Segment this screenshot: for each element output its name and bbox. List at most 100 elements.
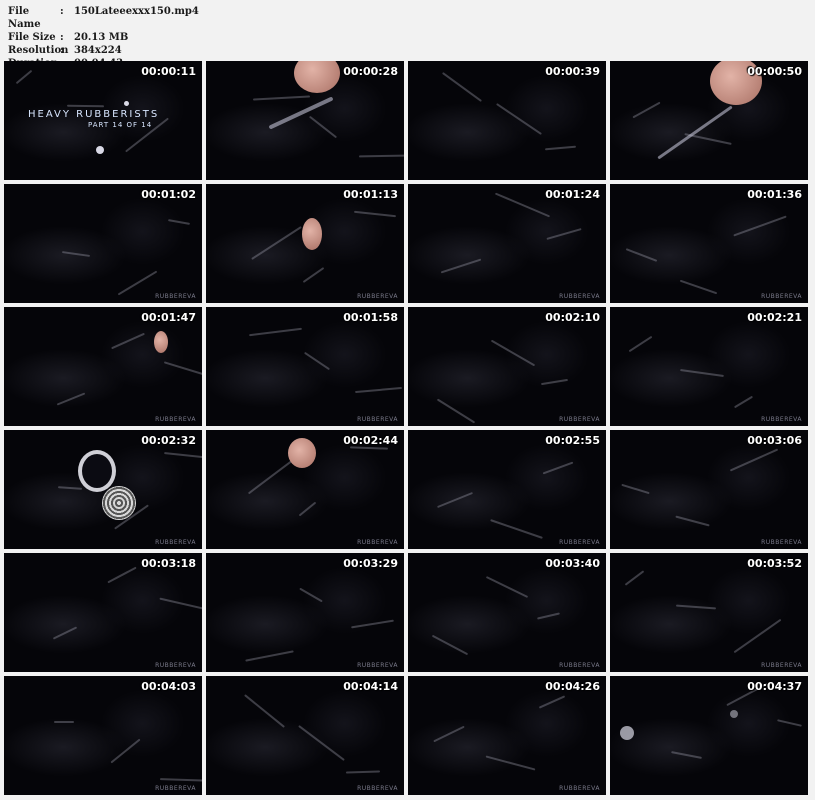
thumbnail-image — [408, 430, 606, 549]
timestamp-label: 00:04:26 — [545, 680, 600, 693]
thumbnail-frame: 00:03:40 RUBBEREVA — [408, 553, 606, 672]
watermark: RUBBEREVA — [357, 785, 398, 792]
thumbnail-image — [408, 676, 606, 795]
thumbnail-image — [4, 676, 202, 795]
timestamp-label: 00:01:47 — [141, 311, 196, 324]
thumbnail-frame: 00:00:50 — [610, 61, 808, 180]
thumbnail-frame: 00:02:21 RUBBEREVA — [610, 307, 808, 426]
thumbnail-frame: 00:03:29 RUBBEREVA — [206, 553, 404, 672]
thumbnail-frame: 00:02:32 RUBBEREVA — [4, 430, 202, 549]
timestamp-label: 00:03:06 — [747, 434, 802, 447]
thumbnail-image — [206, 676, 404, 795]
thumbnail-image — [408, 184, 606, 303]
watermark: RUBBEREVA — [559, 662, 600, 669]
thumbnail-frame: 00:04:26 RUBBEREVA — [408, 676, 606, 795]
timestamp-label: 00:02:32 — [141, 434, 196, 447]
timestamp-label: 00:00:28 — [343, 65, 398, 78]
info-key: Resolution — [8, 45, 69, 56]
timestamp-label: 00:02:21 — [747, 311, 802, 324]
info-row-resolution: Resolution : 384x224 — [8, 44, 199, 57]
thumbnail-frame: 00:04:03 RUBBEREVA — [4, 676, 202, 795]
thumbnail-frame: 00:01:13 RUBBEREVA — [206, 184, 404, 303]
thumbnail-frame: 00:04:14 RUBBEREVA — [206, 676, 404, 795]
thumbnail-frame: 00:04:37 — [610, 676, 808, 795]
thumbnail-image — [206, 553, 404, 672]
watermark: RUBBEREVA — [761, 662, 802, 669]
watermark: RUBBEREVA — [559, 539, 600, 546]
watermark: RUBBEREVA — [761, 416, 802, 423]
thumbnail-frame: 00:02:44 RUBBEREVA — [206, 430, 404, 549]
watermark: RUBBEREVA — [559, 416, 600, 423]
thumbnail-image — [4, 553, 202, 672]
thumbnail-image — [610, 307, 808, 426]
thumbnail-frame: 00:02:10 RUBBEREVA — [408, 307, 606, 426]
thumbnail-image — [4, 307, 202, 426]
timestamp-label: 00:01:36 — [747, 188, 802, 201]
thumbnail-image — [206, 307, 404, 426]
thumbnail-image — [408, 553, 606, 672]
thumbnail-frame: 00:00:28 — [206, 61, 404, 180]
timestamp-label: 00:01:13 — [343, 188, 398, 201]
thumbnail-frame: 00:01:58 RUBBEREVA — [206, 307, 404, 426]
timestamp-label: 00:03:18 — [141, 557, 196, 570]
watermark: RUBBEREVA — [155, 785, 196, 792]
title-overlay-sub: PART 14 OF 14 — [88, 121, 153, 129]
info-value: 150Lateeexxx150.mp4 — [74, 6, 199, 17]
thumbnail-grid: HEAVY RUBBERISTS PART 14 OF 14 00:00:11 00:… — [4, 61, 808, 795]
watermark: RUBBEREVA — [559, 785, 600, 792]
thumbnail-frame: 00:00:39 — [408, 61, 606, 180]
info-separator: : — [60, 32, 64, 43]
thumbnail-image — [4, 184, 202, 303]
watermark: RUBBEREVA — [761, 539, 802, 546]
timestamp-label: 00:04:37 — [747, 680, 802, 693]
thumbnail-frame: 00:03:06 RUBBEREVA — [610, 430, 808, 549]
watermark: RUBBEREVA — [559, 293, 600, 300]
watermark: RUBBEREVA — [155, 539, 196, 546]
thumbnail-frame: 00:03:18 RUBBEREVA — [4, 553, 202, 672]
timestamp-label: 00:03:29 — [343, 557, 398, 570]
watermark: RUBBEREVA — [155, 416, 196, 423]
timestamp-label: 00:03:40 — [545, 557, 600, 570]
watermark: RUBBEREVA — [155, 293, 196, 300]
timestamp-label: 00:00:50 — [747, 65, 802, 78]
timestamp-label: 00:04:03 — [141, 680, 196, 693]
thumbnail-frame: 00:01:36 RUBBEREVA — [610, 184, 808, 303]
thumbnail-frame: 00:03:52 RUBBEREVA — [610, 553, 808, 672]
timestamp-label: 00:03:52 — [747, 557, 802, 570]
timestamp-label: 00:00:39 — [545, 65, 600, 78]
thumbnail-frame: 00:02:55 RUBBEREVA — [408, 430, 606, 549]
timestamp-label: 00:01:02 — [141, 188, 196, 201]
info-value: 20.13 MB — [74, 32, 129, 43]
timestamp-label: 00:02:44 — [343, 434, 398, 447]
timestamp-label: 00:04:14 — [343, 680, 398, 693]
timestamp-label: 00:02:10 — [545, 311, 600, 324]
thumbnail-image — [610, 676, 808, 795]
info-key: File Size — [8, 32, 56, 43]
timestamp-label: 00:01:58 — [343, 311, 398, 324]
timestamp-label: 00:01:24 — [545, 188, 600, 201]
info-key: File Name — [8, 6, 41, 30]
timestamp-label: 00:02:55 — [545, 434, 600, 447]
info-separator: : — [60, 45, 64, 56]
info-value: 384x224 — [74, 45, 122, 56]
title-overlay-main: HEAVY RUBBERISTS — [28, 109, 160, 120]
watermark: RUBBEREVA — [357, 539, 398, 546]
title-overlay: HEAVY RUBBERISTS PART 14 OF 14 — [28, 109, 159, 129]
thumbnail-frame: HEAVY RUBBERISTS PART 14 OF 14 00:00:11 — [4, 61, 202, 180]
watermark: RUBBEREVA — [155, 662, 196, 669]
info-separator: : — [60, 6, 64, 17]
thumbnail-frame: 00:01:02 RUBBEREVA — [4, 184, 202, 303]
info-row-file-size: File Size : 20.13 MB — [8, 31, 199, 44]
watermark: RUBBEREVA — [357, 293, 398, 300]
timestamp-label: 00:00:11 — [141, 65, 196, 78]
thumbnail-frame: 00:01:24 RUBBEREVA — [408, 184, 606, 303]
info-row-file-name: File Name : 150Lateeexxx150.mp4 — [8, 5, 199, 31]
watermark: RUBBEREVA — [357, 662, 398, 669]
thumbnail-image — [610, 184, 808, 303]
watermark: RUBBEREVA — [761, 293, 802, 300]
thumbnail-image — [610, 553, 808, 672]
thumbnail-frame: 00:01:47 RUBBEREVA — [4, 307, 202, 426]
watermark: RUBBEREVA — [357, 416, 398, 423]
thumbnail-image — [408, 61, 606, 180]
thumbnail-image — [408, 307, 606, 426]
